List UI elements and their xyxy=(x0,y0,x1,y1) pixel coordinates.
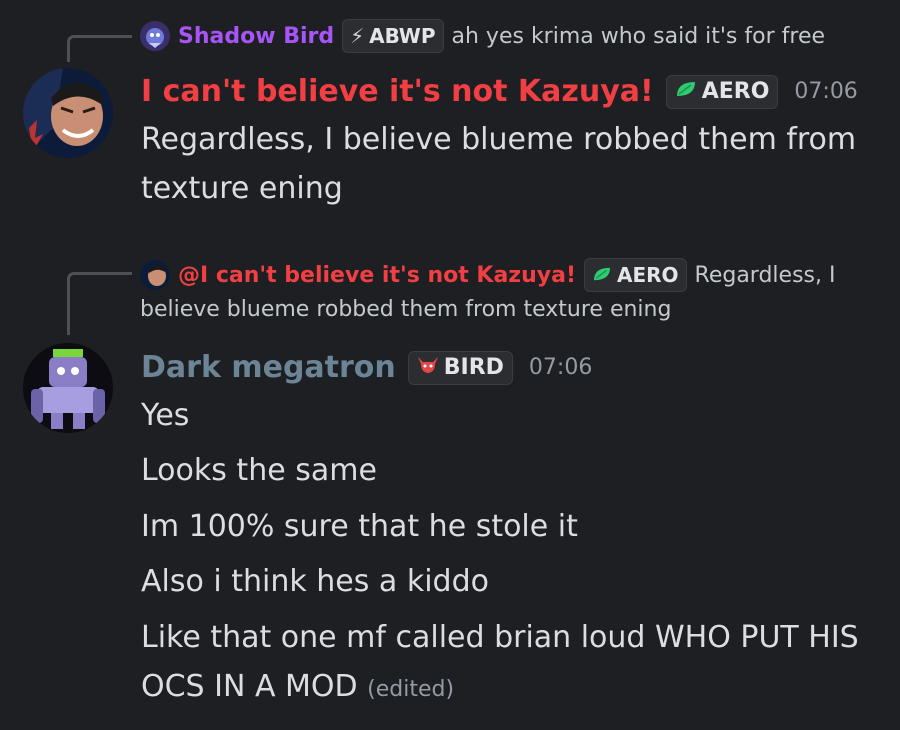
reply-spine xyxy=(67,272,132,335)
message-line: Looks the same xyxy=(141,453,377,488)
message-line: Like that one mf called brian loud WHO P… xyxy=(141,620,859,655)
reply-text[interactable]: Regardless, I xyxy=(695,263,836,288)
shadow-bird-avatar[interactable] xyxy=(140,21,170,51)
reply-mention[interactable]: @I can't believe it's not Kazuya! xyxy=(178,263,576,288)
message-header: I can't believe it's not Kazuya! AERO 07… xyxy=(141,74,858,109)
aero-tag[interactable]: AERO xyxy=(583,258,687,292)
timestamp[interactable]: 07:06 xyxy=(794,79,857,104)
lightning-icon: ⚡ xyxy=(350,24,365,48)
message-line: Yes xyxy=(141,398,190,433)
tag-label: ABWP xyxy=(369,24,436,48)
timestamp[interactable]: 07:06 xyxy=(529,355,592,380)
edited-label[interactable]: (edited) xyxy=(367,677,454,702)
message-line: Also i think hes a kiddo xyxy=(141,564,489,599)
tag-label: BIRD xyxy=(443,354,504,380)
message-line: Regardless, I believe blueme robbed them… xyxy=(141,122,857,157)
message-line: texture ening xyxy=(141,171,343,206)
bird-tag[interactable]: BIRD xyxy=(407,350,513,385)
reply-spine xyxy=(67,35,132,62)
kazuya-avatar[interactable] xyxy=(23,68,113,158)
reply-text-continued[interactable]: believe blueme robbed them from texture … xyxy=(140,297,671,322)
reply-preview[interactable]: @I can't believe it's not Kazuya! AERO R… xyxy=(140,258,835,292)
leaf-icon xyxy=(675,76,697,108)
aero-tag[interactable]: AERO xyxy=(665,74,779,109)
tag-label: AERO xyxy=(616,263,679,287)
message-header: Dark megatron BIRD 07:06 xyxy=(141,350,592,385)
leaf-icon xyxy=(592,261,612,289)
author-name[interactable]: I can't believe it's not Kazuya! xyxy=(141,74,654,109)
message-line: Im 100% sure that he stole it xyxy=(141,509,578,544)
author-name[interactable]: Dark megatron xyxy=(141,350,396,385)
reply-text[interactable]: ah yes krima who said it's for free xyxy=(452,24,826,49)
bull-icon xyxy=(417,352,439,384)
reply-preview[interactable]: Shadow Bird ⚡ ABWP ah yes krima who said… xyxy=(140,19,825,53)
message-line: OCS IN A MOD (edited) xyxy=(141,669,454,704)
dark-megatron-avatar[interactable] xyxy=(23,343,113,433)
reply-author[interactable]: Shadow Bird xyxy=(178,24,334,49)
abwp-tag[interactable]: ⚡ ABWP xyxy=(342,19,444,53)
tag-label: AERO xyxy=(701,78,770,104)
message-line-text: OCS IN A MOD xyxy=(141,669,358,704)
kazuya-mini-avatar[interactable] xyxy=(140,260,170,290)
